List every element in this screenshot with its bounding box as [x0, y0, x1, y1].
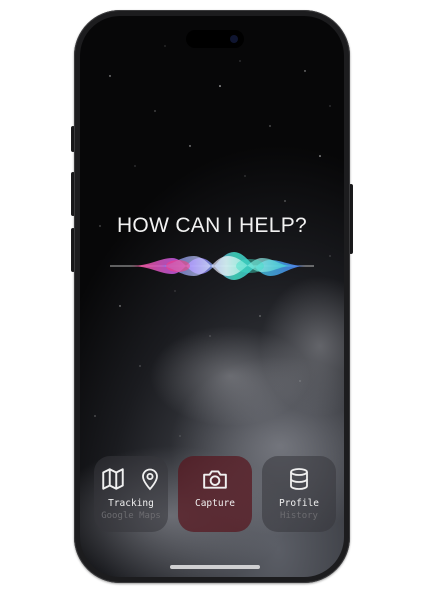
app-title: Tracking [108, 498, 154, 509]
app-tile-profile-icons [262, 466, 336, 494]
phone-frame: HOW CAN I HELP? Tracking Google Maps Cap… [74, 10, 350, 583]
screen: HOW CAN I HELP? Tracking Google Maps Cap… [80, 16, 344, 577]
app-tile-capture[interactable]: Capture [178, 456, 252, 532]
map-icon [102, 468, 124, 490]
app-subtitle: Google Maps [101, 511, 161, 521]
app-tile-capture-icons [178, 466, 252, 494]
home-indicator[interactable] [170, 565, 260, 569]
app-tile-tracking[interactable]: Tracking Google Maps [94, 456, 168, 532]
app-title: Capture [194, 498, 236, 509]
camera-icon [203, 470, 227, 489]
location-pin-icon [142, 468, 158, 491]
siri-prompt: HOW CAN I HELP? [116, 214, 308, 237]
dynamic-island [186, 30, 244, 48]
app-tile-tracking-icons [94, 466, 168, 494]
app-title: Profile [278, 498, 320, 509]
siri-waveform[interactable] [110, 246, 314, 286]
app-tile-profile[interactable]: Profile History [262, 456, 336, 532]
front-camera-icon [230, 35, 238, 43]
database-icon [290, 468, 308, 490]
app-subtitle: History [280, 511, 318, 521]
app-shortcuts: Tracking Google Maps Capture Profile His… [94, 456, 336, 532]
